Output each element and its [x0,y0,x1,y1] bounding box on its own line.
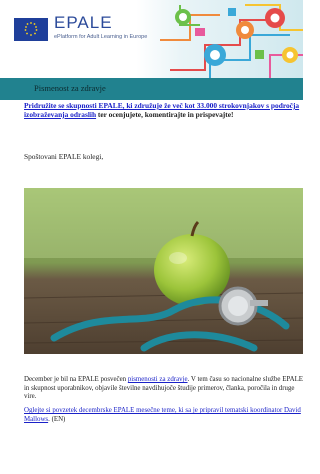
intro-paragraph: Pridružite se skupnosti EPALE, ki združu… [24,101,304,119]
brand-name: EPALE [54,13,113,32]
p1-before-text: December je bil na EPALE posvečen [24,376,128,383]
apple-stethoscope-image [24,188,303,354]
header-banner: EPALE ePlatform for Adult Learning in Eu… [0,0,303,78]
summary-paragraph: Oglejte si povzetek decembrske EPALE mes… [24,407,303,424]
nav-item-health-literacy[interactable]: Pismenost za zdravje [34,83,106,93]
monthly-summary-link[interactable]: Oglejte si povzetek decembrske EPALE mes… [24,407,301,423]
p2-after-text: . (EN) [48,415,66,423]
health-literacy-link[interactable]: pismenosti za zdravje [128,376,188,383]
network-decoration-graphic [160,4,303,78]
intro-rest-text: ter ocenjujete, komentirajte in prispeva… [96,110,234,119]
eu-flag-icon [14,18,48,41]
greeting-text: Spoštovani EPALE kolegi, [24,152,104,161]
december-topic-paragraph: December je bil na EPALE posvečen pismen… [24,376,303,402]
brand-tagline: ePlatform for Adult Learning in Europe [54,34,148,40]
brand-logo[interactable]: EPALE ePlatform for Adult Learning in Eu… [54,13,147,40]
topic-navbar: Pismenost za zdravje [0,78,303,100]
